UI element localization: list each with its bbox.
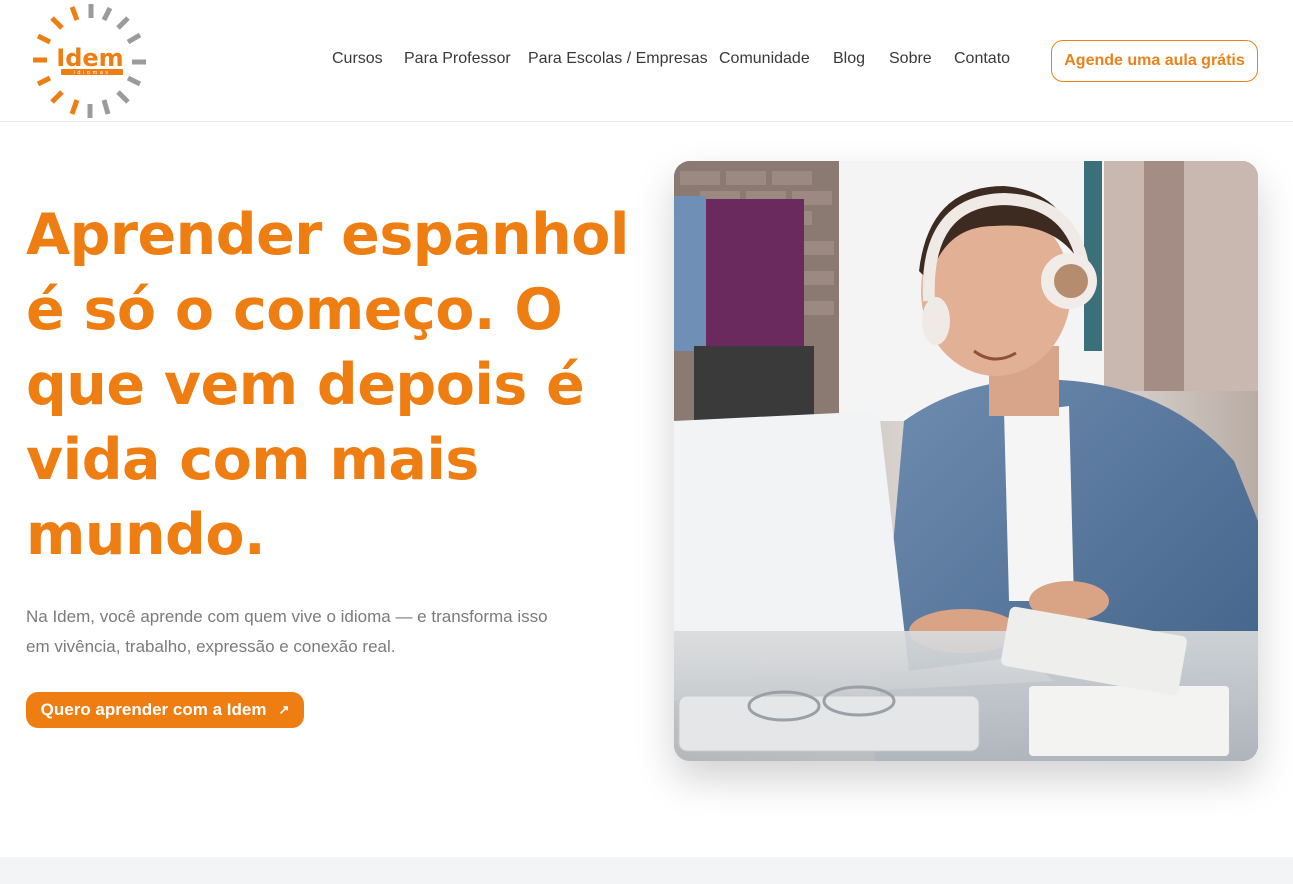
hero-title-line: que vem depois é [26, 352, 585, 418]
next-section-band [0, 857, 1293, 884]
nav-item-comunidade[interactable]: Comunidade [719, 50, 810, 68]
hero-subtitle: Na Idem, você aprende com quem vive o id… [26, 602, 606, 662]
nav-item-cursos[interactable]: Cursos [332, 50, 383, 68]
nav-item-para-professor[interactable]: Para Professor [404, 50, 511, 68]
hero-title-line: Aprender espanhol [26, 202, 629, 268]
hero-title-line: é só o começo. O [26, 277, 563, 343]
logo-tagline: idiomas [73, 70, 110, 76]
idem-logo[interactable]: Idem idiomas [30, 2, 152, 120]
hero-title-line: mundo. [26, 502, 266, 568]
nav-item-blog[interactable]: Blog [833, 50, 865, 68]
learn-with-idem-button-label: Quero aprender com a Idem [40, 700, 267, 719]
student-with-headphones-image [674, 161, 1258, 761]
nav-item-contato[interactable]: Contato [954, 50, 1010, 68]
hero-title: Aprender espanhol é só o começo. O que v… [26, 198, 629, 573]
nav-item-sobre[interactable]: Sobre [889, 50, 932, 68]
hero-subtitle-line: Na Idem, você aprende com quem vive o id… [26, 607, 548, 626]
schedule-free-class-button[interactable]: Agende uma aula grátis [1051, 40, 1258, 82]
hero-subtitle-line: em vivência, trabalho, expressão e conex… [26, 637, 396, 656]
site-header: Idem idiomas Cursos Para Professor Para … [0, 0, 1293, 122]
idem-logo-sun-icon: Idem idiomas [33, 4, 146, 118]
hero-title-line: vida com mais [26, 427, 479, 493]
logo-wordmark: Idem [56, 44, 123, 72]
nav-item-para-escolas-empresas[interactable]: Para Escolas / Empresas [528, 50, 708, 68]
arrow-up-right-icon: ↗ [278, 702, 290, 717]
learn-with-idem-button[interactable]: Quero aprender com a Idem ↗ [26, 692, 304, 728]
hero-photo [674, 161, 1258, 761]
